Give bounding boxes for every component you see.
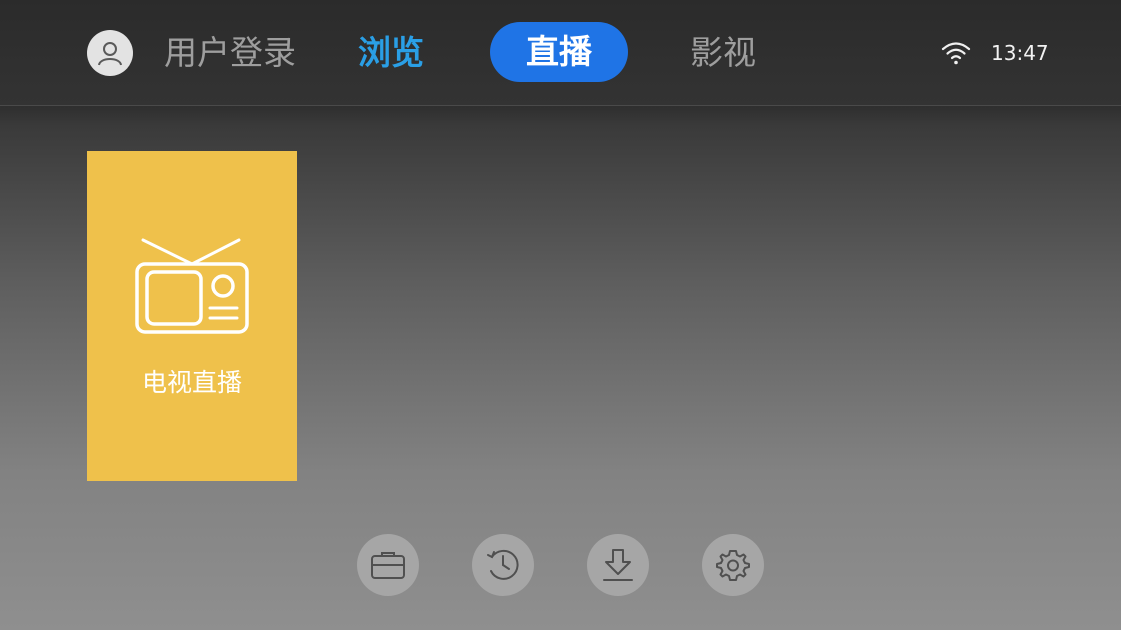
tv-icon — [135, 238, 249, 334]
files-button[interactable] — [357, 534, 419, 596]
tile-label: 电视直播 — [141, 368, 242, 397]
wifi-icon — [941, 42, 971, 65]
folder-icon — [371, 552, 405, 579]
history-icon — [487, 549, 519, 580]
settings-button[interactable] — [702, 534, 764, 596]
nav-tab-movies[interactable]: 影视 — [690, 30, 756, 76]
status-clock: 13:47 — [991, 41, 1049, 65]
top-header: 用户登录 浏览 直播 影视 13:47 — [0, 0, 1121, 106]
download-button[interactable] — [587, 534, 649, 596]
nav-tab-browse[interactable]: 浏览 — [358, 30, 424, 76]
nav-user-login[interactable]: 用户登录 — [164, 30, 296, 76]
history-button[interactable] — [472, 534, 534, 596]
user-icon — [98, 42, 122, 66]
download-icon — [603, 549, 633, 581]
user-avatar-button[interactable] — [87, 30, 133, 76]
gear-icon — [716, 550, 750, 581]
nav-tab-live[interactable]: 直播 — [490, 22, 628, 82]
